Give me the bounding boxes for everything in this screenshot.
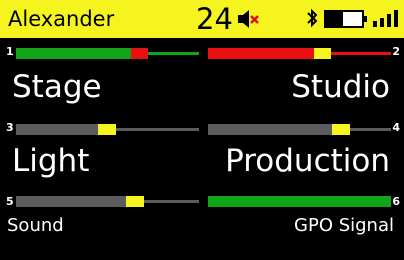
channel-1-number: 1 <box>6 45 14 58</box>
channel-6-number: 6 <box>392 195 400 208</box>
channel-6-level-meter <box>208 196 391 207</box>
channel-2-level-meter <box>208 48 391 59</box>
channel-1-label: Stage <box>12 69 102 105</box>
battery-icon <box>324 10 367 28</box>
bluetooth-icon <box>307 8 318 28</box>
channel-3-number: 3 <box>6 121 14 134</box>
user-name: Alexander <box>8 7 115 31</box>
channel-4-number: 4 <box>392 121 400 134</box>
channel-1[interactable]: 1 Stage <box>0 44 202 110</box>
channel-5-number: 5 <box>6 195 14 208</box>
speaker-muted-icon[interactable] <box>236 8 262 30</box>
channel-2-number: 2 <box>392 45 400 58</box>
channel-5[interactable]: 5 Sound <box>0 194 202 260</box>
channel-6[interactable]: 6 GPO Signal <box>202 194 404 260</box>
channel-1-level-meter <box>16 48 199 59</box>
channel-4-label: Production <box>225 143 390 179</box>
channel-3-level-meter <box>16 124 199 135</box>
channel-6-label: GPO Signal <box>294 215 394 236</box>
channel-3[interactable]: 3 Light <box>0 120 202 186</box>
channel-4[interactable]: 4 Production <box>202 120 404 186</box>
signal-strength-icon <box>373 10 398 27</box>
channel-3-label: Light <box>12 143 90 179</box>
channel-number: 24 <box>196 2 233 36</box>
status-bar: Alexander 24 <box>0 0 404 38</box>
channel-4-level-meter <box>208 124 391 135</box>
channel-2-label: Studio <box>291 69 390 105</box>
channel-5-label: Sound <box>7 215 64 236</box>
channel-5-level-meter <box>16 196 199 207</box>
channel-2[interactable]: 2 Studio <box>202 44 404 110</box>
